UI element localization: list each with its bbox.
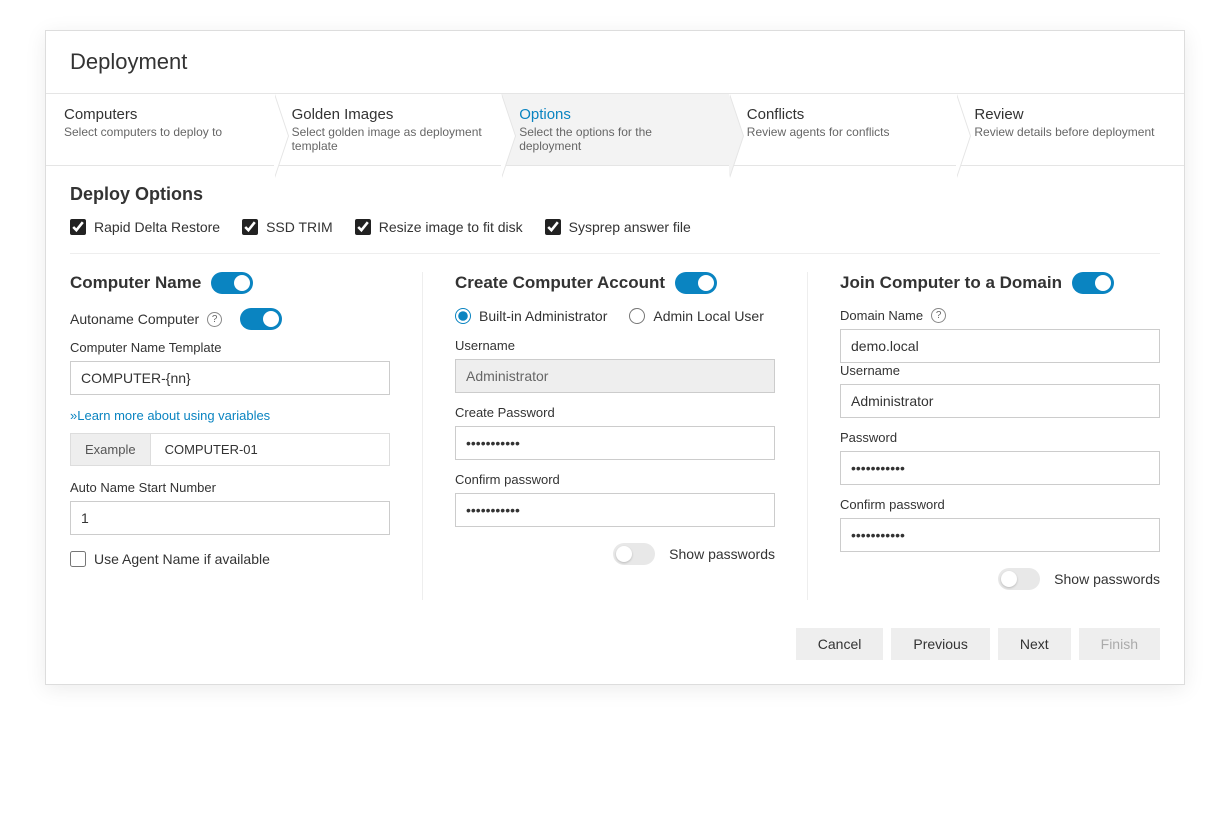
check-label: Sysprep answer file: [569, 219, 691, 235]
domain-username-input[interactable]: [840, 384, 1160, 418]
step-title: Computers: [64, 106, 256, 123]
check-sysprep[interactable]: Sysprep answer file: [545, 219, 691, 235]
col-join-domain: Join Computer to a Domain Domain Name ? …: [807, 272, 1160, 600]
domain-confirm-pw-label: Confirm password: [840, 497, 1160, 512]
cancel-button[interactable]: Cancel: [796, 628, 884, 660]
domain-username-label: Username: [840, 363, 1160, 378]
check-ssd-trim[interactable]: SSD TRIM: [242, 219, 333, 235]
step-conflicts[interactable]: Conflicts Review agents for conflicts: [729, 94, 957, 165]
template-input[interactable]: [70, 361, 390, 395]
help-icon[interactable]: ?: [931, 308, 946, 323]
step-desc: Review agents for conflicts: [747, 125, 939, 139]
step-desc: Select computers to deploy to: [64, 125, 256, 139]
domain-confirm-pw-input[interactable]: [840, 518, 1160, 552]
step-review[interactable]: Review Review details before deployment: [956, 94, 1184, 165]
learn-more-link[interactable]: Learn more about using variables: [77, 408, 270, 423]
step-title: Options: [519, 106, 711, 123]
step-desc: Select golden image as deployment templa…: [292, 125, 484, 153]
check-label: Resize image to fit disk: [379, 219, 523, 235]
step-computers[interactable]: Computers Select computers to deploy to: [46, 94, 274, 165]
col-create-account: Create Computer Account Built-in Adminis…: [422, 272, 807, 600]
domain-show-pw-label: Show passwords: [1054, 571, 1160, 587]
modal-title: Deployment: [70, 49, 1160, 75]
modal-header: Deployment: [46, 31, 1184, 93]
radio-label: Admin Local User: [653, 308, 764, 324]
confirm-pw-input[interactable]: [455, 493, 775, 527]
computer-name-title: Computer Name: [70, 273, 201, 293]
step-desc: Select the options for the deployment: [519, 125, 711, 153]
radio-local[interactable]: Admin Local User: [629, 308, 764, 324]
check-label: SSD TRIM: [266, 219, 333, 235]
join-domain-toggle[interactable]: [1072, 272, 1114, 294]
domain-pw-input[interactable]: [840, 451, 1160, 485]
check-resize[interactable]: Resize image to fit disk: [355, 219, 523, 235]
computer-name-toggle[interactable]: [211, 272, 253, 294]
start-number-label: Auto Name Start Number: [70, 480, 390, 495]
previous-button[interactable]: Previous: [891, 628, 989, 660]
check-label: Rapid Delta Restore: [94, 219, 220, 235]
create-pw-label: Create Password: [455, 405, 775, 420]
check-ssd-trim-input[interactable]: [242, 219, 258, 235]
step-golden-images[interactable]: Golden Images Select golden image as dep…: [274, 94, 502, 165]
template-label: Computer Name Template: [70, 340, 390, 355]
columns: Computer Name Autoname Computer ? Comput…: [70, 272, 1160, 600]
next-button[interactable]: Next: [998, 628, 1071, 660]
help-icon[interactable]: ?: [207, 312, 222, 327]
domain-input[interactable]: [840, 329, 1160, 363]
domain-pw-label: Password: [840, 430, 1160, 445]
check-rapid-delta-input[interactable]: [70, 219, 86, 235]
wizard-steps: Computers Select computers to deploy to …: [46, 93, 1184, 166]
modal-footer: Cancel Previous Next Finish: [46, 610, 1184, 684]
check-sysprep-input[interactable]: [545, 219, 561, 235]
deploy-options-title: Deploy Options: [70, 184, 1160, 205]
confirm-pw-label: Confirm password: [455, 472, 775, 487]
step-options[interactable]: Options Select the options for the deplo…: [501, 94, 729, 165]
modal-body: Deploy Options Rapid Delta Restore SSD T…: [46, 166, 1184, 610]
autoname-toggle[interactable]: [240, 308, 282, 330]
radio-builtin-input[interactable]: [455, 308, 471, 324]
check-label: Use Agent Name if available: [94, 551, 270, 567]
step-title: Golden Images: [292, 106, 484, 123]
show-pw-label: Show passwords: [669, 546, 775, 562]
start-number-input[interactable]: [70, 501, 390, 535]
check-resize-input[interactable]: [355, 219, 371, 235]
create-pw-input[interactable]: [455, 426, 775, 460]
example-value: COMPUTER-01: [151, 433, 390, 466]
create-account-toggle[interactable]: [675, 272, 717, 294]
username-input: [455, 359, 775, 393]
domain-show-pw-toggle[interactable]: [998, 568, 1040, 590]
step-title: Review: [974, 106, 1166, 123]
col-computer-name: Computer Name Autoname Computer ? Comput…: [70, 272, 422, 600]
radio-builtin[interactable]: Built-in Administrator: [455, 308, 607, 324]
use-agent-input[interactable]: [70, 551, 86, 567]
show-pw-toggle[interactable]: [613, 543, 655, 565]
use-agent-check[interactable]: Use Agent Name if available: [70, 551, 390, 567]
step-desc: Review details before deployment: [974, 125, 1166, 139]
check-rapid-delta[interactable]: Rapid Delta Restore: [70, 219, 220, 235]
example-label: Example: [70, 433, 151, 466]
radio-local-input[interactable]: [629, 308, 645, 324]
create-account-title: Create Computer Account: [455, 273, 665, 293]
finish-button: Finish: [1079, 628, 1160, 660]
username-label: Username: [455, 338, 775, 353]
example-row: Example COMPUTER-01: [70, 433, 390, 466]
step-title: Conflicts: [747, 106, 939, 123]
deploy-options-row: Rapid Delta Restore SSD TRIM Resize imag…: [70, 219, 1160, 254]
deployment-modal: Deployment Computers Select computers to…: [45, 30, 1185, 685]
domain-label: Domain Name: [840, 308, 923, 323]
autoname-label: Autoname Computer: [70, 311, 199, 327]
join-domain-title: Join Computer to a Domain: [840, 273, 1062, 293]
radio-label: Built-in Administrator: [479, 308, 607, 324]
